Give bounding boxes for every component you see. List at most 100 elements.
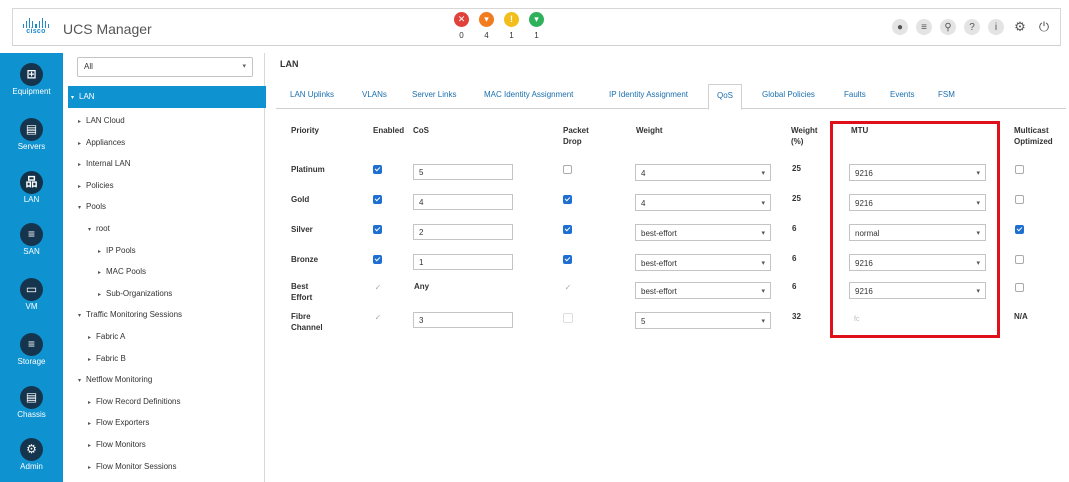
packet-drop-checkbox[interactable] (563, 195, 572, 204)
tree-item[interactable]: ▾ Netflow Monitoring (78, 375, 152, 384)
packet-drop-checkbox[interactable] (563, 255, 572, 264)
multicast-checkbox[interactable] (1015, 255, 1024, 264)
list-icon[interactable]: ≡ (916, 19, 932, 35)
fault-minor[interactable]: ! 1 (503, 12, 520, 40)
weight-select[interactable]: 5 ▾ (635, 312, 771, 329)
triangle-down-icon[interactable]: ▾ (78, 378, 81, 384)
tab-events[interactable]: Events (890, 90, 914, 99)
cos-input[interactable]: 1 (413, 254, 513, 270)
triangle-right-icon[interactable]: ▸ (78, 162, 81, 168)
tree-item[interactable]: ▾ root (88, 224, 110, 233)
help-icon[interactable]: ? (964, 19, 980, 35)
multicast-checkbox[interactable] (1015, 195, 1024, 204)
tree-item[interactable]: ▾ Pools (78, 202, 106, 211)
tree-item[interactable]: ▸ MAC Pools (98, 267, 146, 276)
tree-item[interactable]: ▸ Flow Exporters (88, 418, 149, 427)
cos-input[interactable]: 4 (413, 194, 513, 210)
triangle-right-icon[interactable]: ▸ (88, 335, 91, 341)
rail-item-chassis[interactable]: ▤ Chassis (0, 386, 63, 419)
weight-percent: 6 (792, 282, 797, 291)
fault-major[interactable]: ▾ 4 (478, 12, 495, 40)
search-icon[interactable]: ⚲ (940, 19, 956, 35)
tree-item[interactable]: ▸ Policies (78, 181, 114, 190)
tree-item[interactable]: ▸ Flow Monitor Sessions (88, 462, 177, 471)
cos-input[interactable]: 3 (413, 312, 513, 328)
tree-item-selected[interactable]: ▾ LAN (68, 86, 266, 108)
triangle-right-icon[interactable]: ▸ (88, 357, 91, 363)
san-icon: ≡ (20, 223, 43, 246)
tree-item[interactable]: ▸ Internal LAN (78, 159, 130, 168)
cos-input[interactable]: 5 (413, 164, 513, 180)
tree-filter-select[interactable]: All ▾ (77, 57, 253, 77)
weight-select[interactable]: best-effort ▾ (635, 254, 771, 271)
tree-item-label: Fabric A (96, 332, 126, 341)
tree-item[interactable]: ▸ Fabric B (88, 354, 126, 363)
enabled-checkbox[interactable] (373, 195, 382, 204)
weight-select[interactable]: best-effort ▾ (635, 224, 771, 241)
triangle-right-icon[interactable]: ▸ (78, 184, 81, 190)
tree-item[interactable]: ▸ Flow Monitors (88, 440, 146, 449)
tree-item-label: Flow Exporters (96, 418, 150, 428)
rail-item-lan[interactable]: 品 LAN (0, 171, 63, 204)
tree-item[interactable]: ▸ IP Pools (98, 246, 136, 255)
triangle-right-icon[interactable]: ▸ (98, 292, 101, 298)
triangle-right-icon[interactable]: ▸ (88, 400, 91, 406)
tab-global-policies[interactable]: Global Policies (762, 90, 815, 99)
rail-item-admin[interactable]: ⚙ Admin (0, 438, 63, 471)
rail-item-label: Servers (17, 142, 46, 151)
triangle-right-icon[interactable]: ▸ (98, 270, 101, 276)
status-icon[interactable]: ● (892, 19, 908, 35)
info-icon[interactable]: i (988, 19, 1004, 35)
tab-fsm[interactable]: FSM (938, 90, 955, 99)
tree-item[interactable]: ▸ Sub-Organizations (98, 289, 172, 298)
enabled-checkbox[interactable] (373, 255, 382, 264)
tab-faults[interactable]: Faults (844, 90, 866, 99)
tab-vlans[interactable]: VLANs (362, 90, 387, 99)
multicast-checkbox[interactable] (1015, 165, 1024, 174)
multicast-checkbox[interactable] (1015, 225, 1024, 234)
enabled-checkbox[interactable] (373, 165, 382, 174)
rail-item-vm[interactable]: ▭ VM (0, 278, 63, 311)
packet-drop-checkbox[interactable] (563, 165, 572, 174)
nav-rail: ⊞ Equipment ▤ Servers 品 LAN ≡ SAN ▭ VM ≡ Storage ▤ Ch… (0, 53, 63, 482)
rail-item-storage[interactable]: ≡ Storage (0, 333, 63, 366)
tree-item[interactable]: ▸ LAN Cloud (78, 116, 125, 125)
tab-server-links[interactable]: Server Links (412, 90, 456, 99)
tab-lan-uplinks[interactable]: LAN Uplinks (290, 90, 334, 99)
priority-line: Effort (291, 293, 313, 302)
cos-input[interactable]: 2 (413, 224, 513, 240)
multicast-checkbox[interactable] (1015, 283, 1024, 292)
triangle-down-icon[interactable]: ▾ (78, 205, 81, 211)
triangle-down-icon[interactable]: ▾ (78, 313, 81, 319)
weight-select[interactable]: best-effort ▾ (635, 282, 771, 299)
priority-line: Silver (291, 225, 313, 234)
fault-warning[interactable]: ▾ 1 (528, 12, 545, 40)
packet-drop-checkbox[interactable] (563, 225, 572, 234)
triangle-right-icon[interactable]: ▸ (88, 443, 91, 449)
weight-select[interactable]: 4 ▾ (635, 164, 771, 181)
tree-item[interactable]: ▾ Traffic Monitoring Sessions (78, 310, 182, 319)
tab-mac-identity-assignment[interactable]: MAC Identity Assignment (484, 90, 573, 99)
tree-item[interactable]: ▸ Flow Record Definitions (88, 397, 181, 406)
triangle-right-icon[interactable]: ▸ (78, 119, 81, 125)
rail-item-servers[interactable]: ▤ Servers (0, 118, 63, 151)
triangle-down-icon[interactable]: ▾ (88, 227, 91, 233)
app-title: UCS Manager (63, 21, 152, 37)
mtu-highlight-box (830, 121, 1000, 338)
tree-item-label: root (96, 224, 110, 233)
triangle-right-icon[interactable]: ▸ (78, 141, 81, 147)
tab-ip-identity-assignment[interactable]: IP Identity Assignment (609, 90, 688, 99)
triangle-right-icon[interactable]: ▸ (88, 421, 91, 427)
fault-critical[interactable]: ✕ 0 (453, 12, 470, 40)
rail-item-equipment[interactable]: ⊞ Equipment (0, 63, 63, 96)
gear-icon[interactable]: ⚙ (1012, 19, 1028, 35)
tab-qos[interactable]: QoS (708, 84, 743, 110)
logout-icon[interactable]: ⏻ (1036, 19, 1052, 35)
weight-select[interactable]: 4 ▾ (635, 194, 771, 211)
triangle-right-icon[interactable]: ▸ (88, 465, 91, 471)
enabled-checkbox[interactable] (373, 225, 382, 234)
tree-item[interactable]: ▸ Appliances (78, 138, 125, 147)
tree-item[interactable]: ▸ Fabric A (88, 332, 125, 341)
rail-item-san[interactable]: ≡ SAN (0, 223, 63, 256)
triangle-right-icon[interactable]: ▸ (98, 249, 101, 255)
